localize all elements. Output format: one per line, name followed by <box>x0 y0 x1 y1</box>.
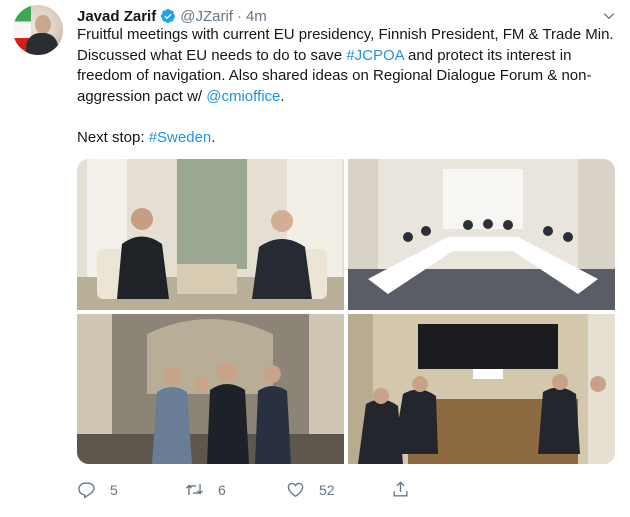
hashtag-jcpoa-link[interactable]: #JCPOA <box>346 47 404 64</box>
tweet-paragraph-2: Next stop: #Sweden. <box>77 128 617 149</box>
tweet-actions: 5 6 52 <box>77 480 617 502</box>
caret-down-icon[interactable] <box>602 9 616 23</box>
tweet-card[interactable]: Javad Zarif @JZarif · 4m Fruitful meetin… <box>0 0 630 517</box>
photo-group-walking[interactable] <box>77 314 344 464</box>
retweet-button[interactable]: 6 <box>185 480 226 499</box>
retweet-count: 6 <box>218 481 226 498</box>
text-segment: . <box>211 129 216 146</box>
hashtag-sweden-link[interactable]: #Sweden <box>149 129 212 146</box>
avatar[interactable] <box>13 5 63 55</box>
retweet-icon <box>185 483 204 496</box>
text-segment: . <box>280 87 285 105</box>
mention-cmioffice-link[interactable]: @cmioffice <box>206 88 280 105</box>
share-icon <box>393 481 408 497</box>
separator-dot: · <box>236 7 242 25</box>
author-handle[interactable]: @JZarif <box>180 8 233 25</box>
photo-scene <box>77 159 344 310</box>
photo-scene <box>348 159 615 310</box>
photo-conference-room[interactable] <box>348 314 615 464</box>
photo-scene <box>348 314 615 464</box>
photo-scene <box>77 314 344 464</box>
verified-badge-icon <box>161 9 176 23</box>
share-button[interactable] <box>391 480 410 499</box>
photo-delegation-table[interactable] <box>348 159 615 310</box>
text-segment: Next stop: <box>77 129 149 146</box>
tweet-header: Javad Zarif @JZarif · 4m <box>77 6 267 26</box>
author-name[interactable]: Javad Zarif <box>77 8 156 25</box>
tweet-paragraph-1: Fruitful meetings with current EU presid… <box>77 25 617 107</box>
like-button[interactable]: 52 <box>286 480 335 499</box>
tweet-timestamp[interactable]: 4m <box>246 8 267 25</box>
photo-grid <box>77 159 615 464</box>
like-icon <box>287 482 304 498</box>
like-count: 52 <box>319 481 335 498</box>
photo-two-men-seated[interactable] <box>77 159 344 310</box>
reply-count: 5 <box>110 481 118 498</box>
tweet-text: Fruitful meetings with current EU presid… <box>77 25 617 149</box>
reply-button[interactable]: 5 <box>77 480 118 499</box>
reply-icon <box>78 482 95 499</box>
